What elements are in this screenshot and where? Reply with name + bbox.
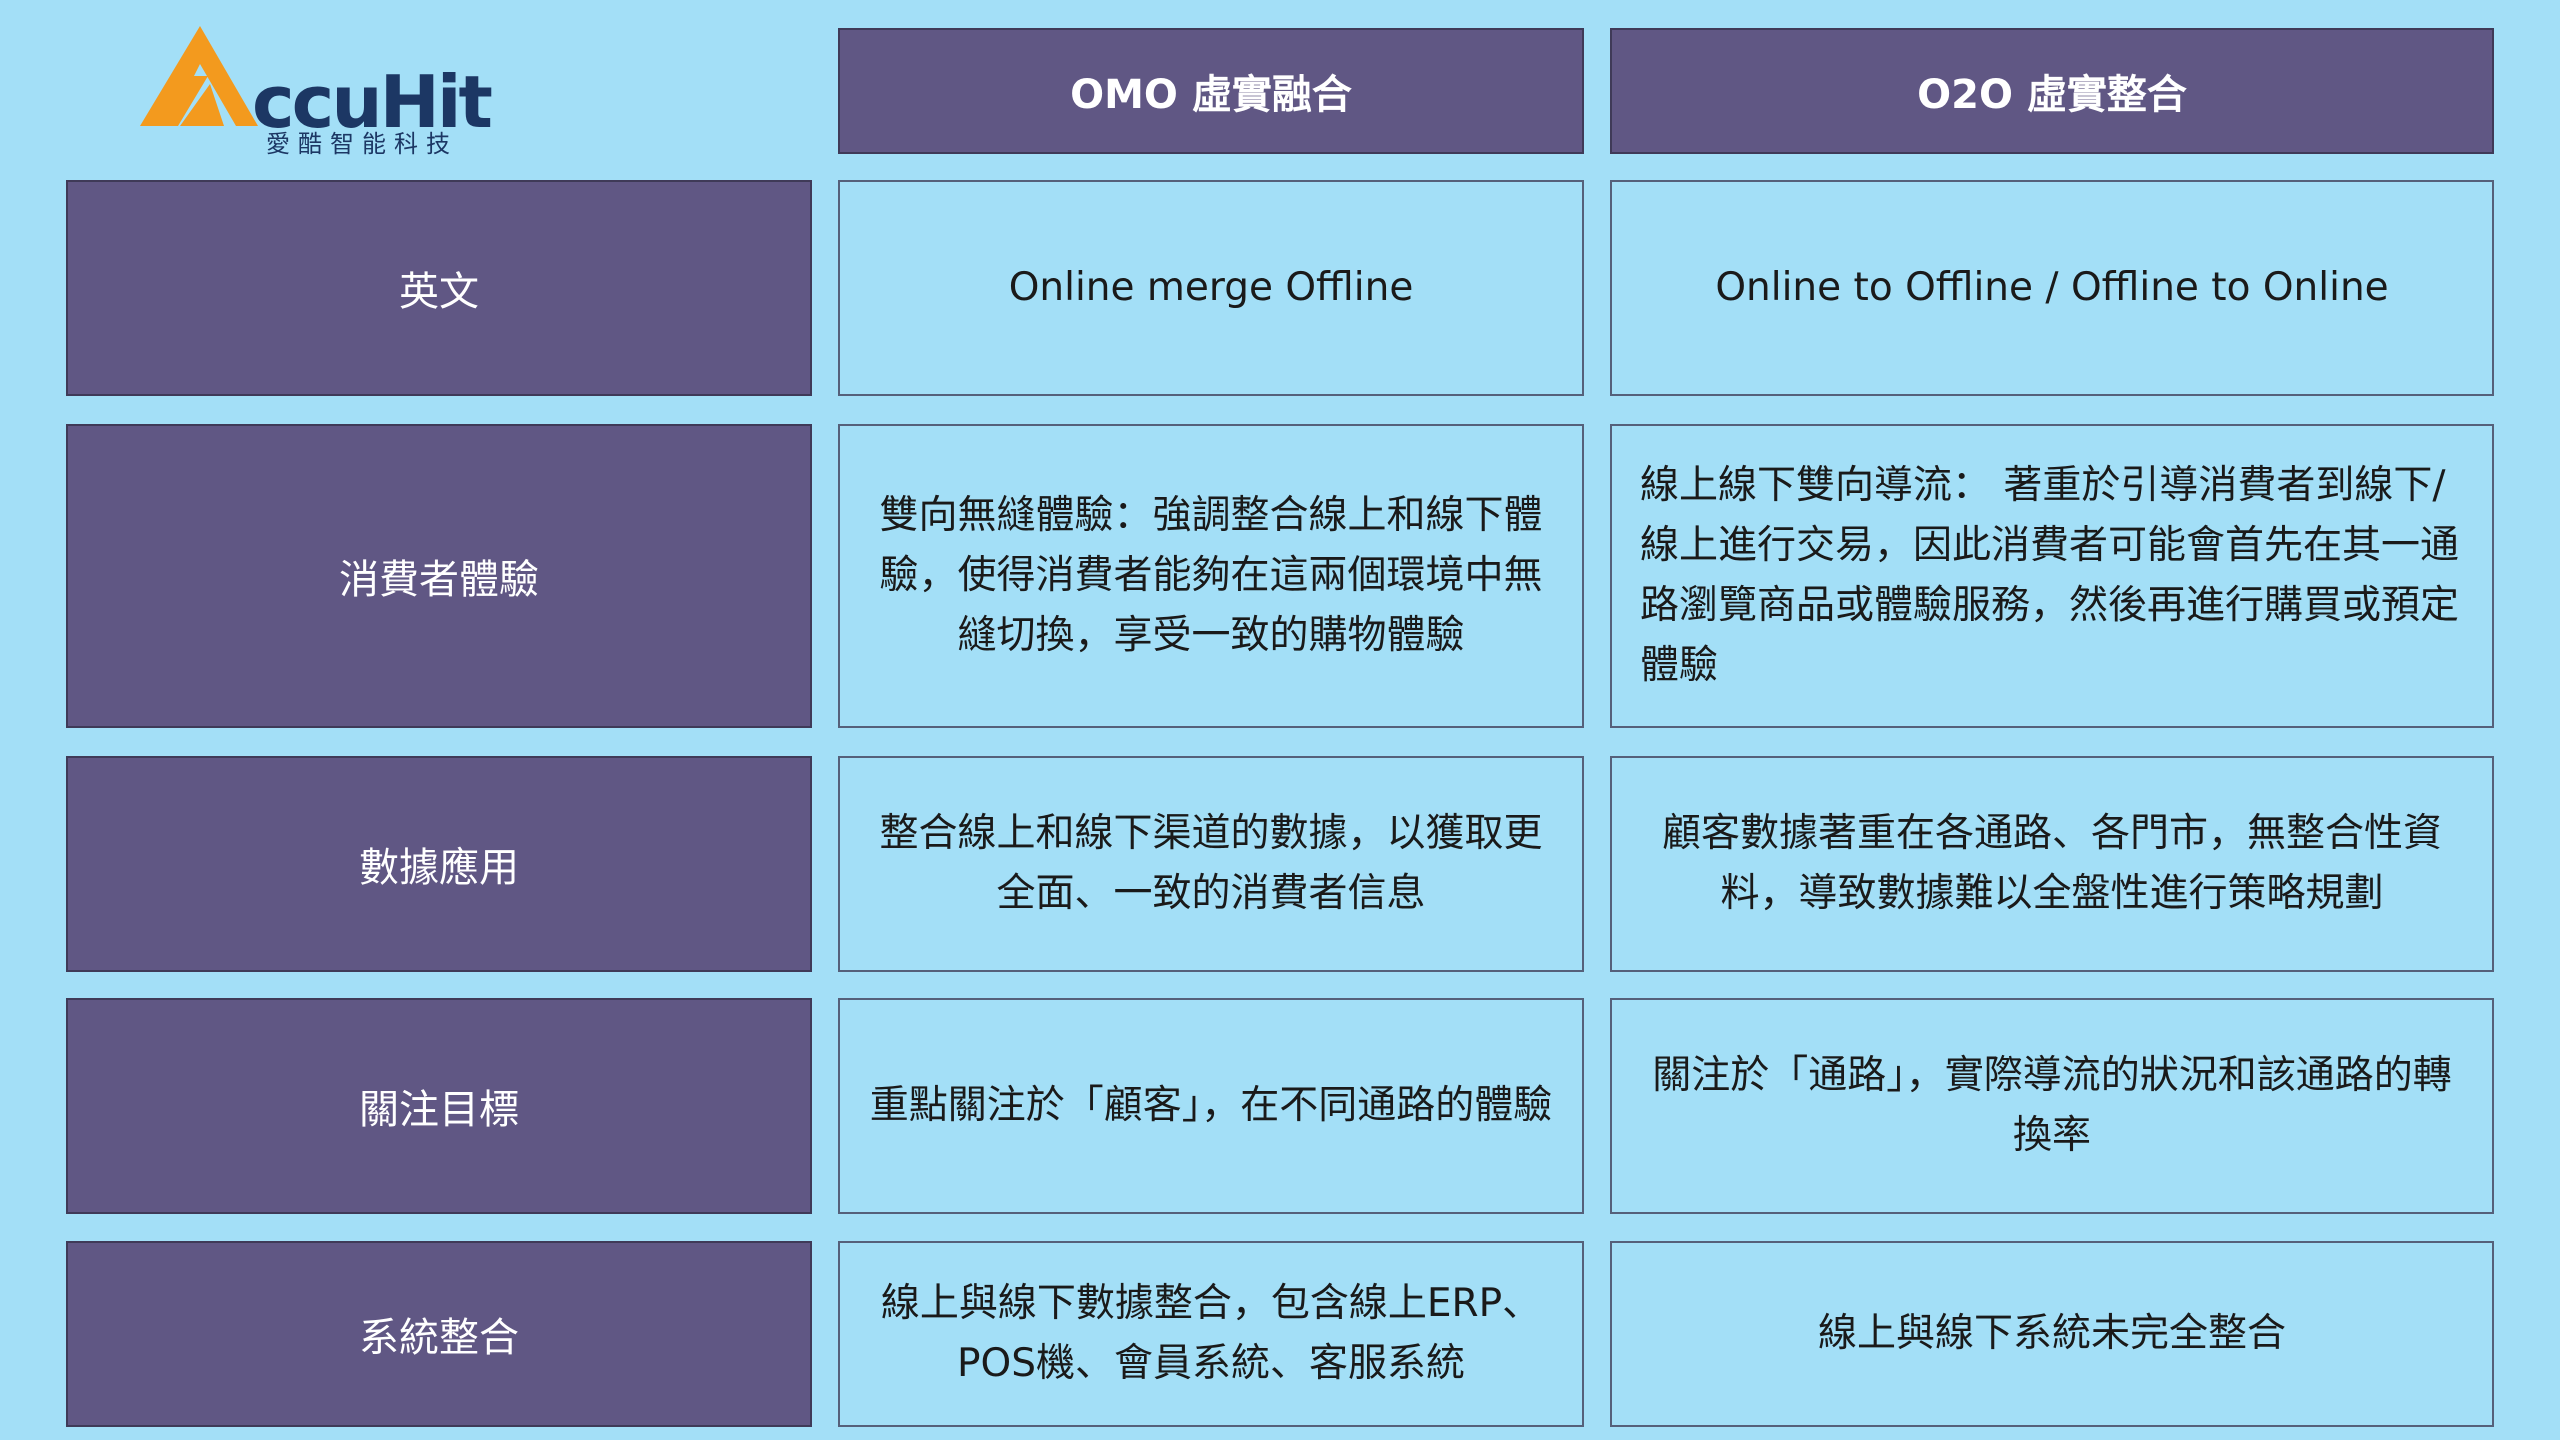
accuhit-logo: ccuHit 愛酷智能科技 bbox=[140, 26, 493, 162]
cell-omo-data-application: 整合線上和線下渠道的數據，以獲取更全面、一致的消費者信息 bbox=[838, 756, 1584, 972]
cell-omo-focus-target: 重點關注於「顧客」，在不同通路的體驗 bbox=[838, 998, 1584, 1214]
logo-a-mark-icon bbox=[140, 26, 258, 126]
logo-subtitle: 愛酷智能科技 bbox=[266, 130, 458, 158]
cell-o2o-system-integration: 線上與線下系統未完全整合 bbox=[1610, 1241, 2494, 1427]
cell-omo-english: Online merge Offline bbox=[838, 180, 1584, 396]
row-label-english: 英文 bbox=[66, 180, 812, 396]
cell-omo-system-integration: 線上與線下數據整合，包含線上ERP、POS機、會員系統、客服系統 bbox=[838, 1241, 1584, 1427]
cell-omo-consumer-experience: 雙向無縫體驗：強調整合線上和線下體驗，使得消費者能夠在這兩個環境中無縫切換，享受… bbox=[838, 424, 1584, 728]
cell-o2o-data-application: 顧客數據著重在各通路、各門市，無整合性資料，導致數據難以全盤性進行策略規劃 bbox=[1610, 756, 2494, 972]
row-label-data-application: 數據應用 bbox=[66, 756, 812, 972]
row-label-consumer-experience: 消費者體驗 bbox=[66, 424, 812, 728]
logo-wordmark: ccuHit bbox=[252, 60, 493, 144]
column-header-o2o: O2O 虛實整合 bbox=[1610, 28, 2494, 154]
row-label-system-integration: 系統整合 bbox=[66, 1241, 812, 1427]
cell-o2o-focus-target: 關注於「通路」，實際導流的狀況和該通路的轉換率 bbox=[1610, 998, 2494, 1214]
row-label-focus-target: 關注目標 bbox=[66, 998, 812, 1214]
cell-o2o-english: Online to Offline / Offline to Online bbox=[1610, 180, 2494, 396]
cell-o2o-consumer-experience: 線上線下雙向導流： 著重於引導消費者到線下/線上進行交易，因此消費者可能會首先在… bbox=[1610, 424, 2494, 728]
column-header-omo: OMO 虛實融合 bbox=[838, 28, 1584, 154]
